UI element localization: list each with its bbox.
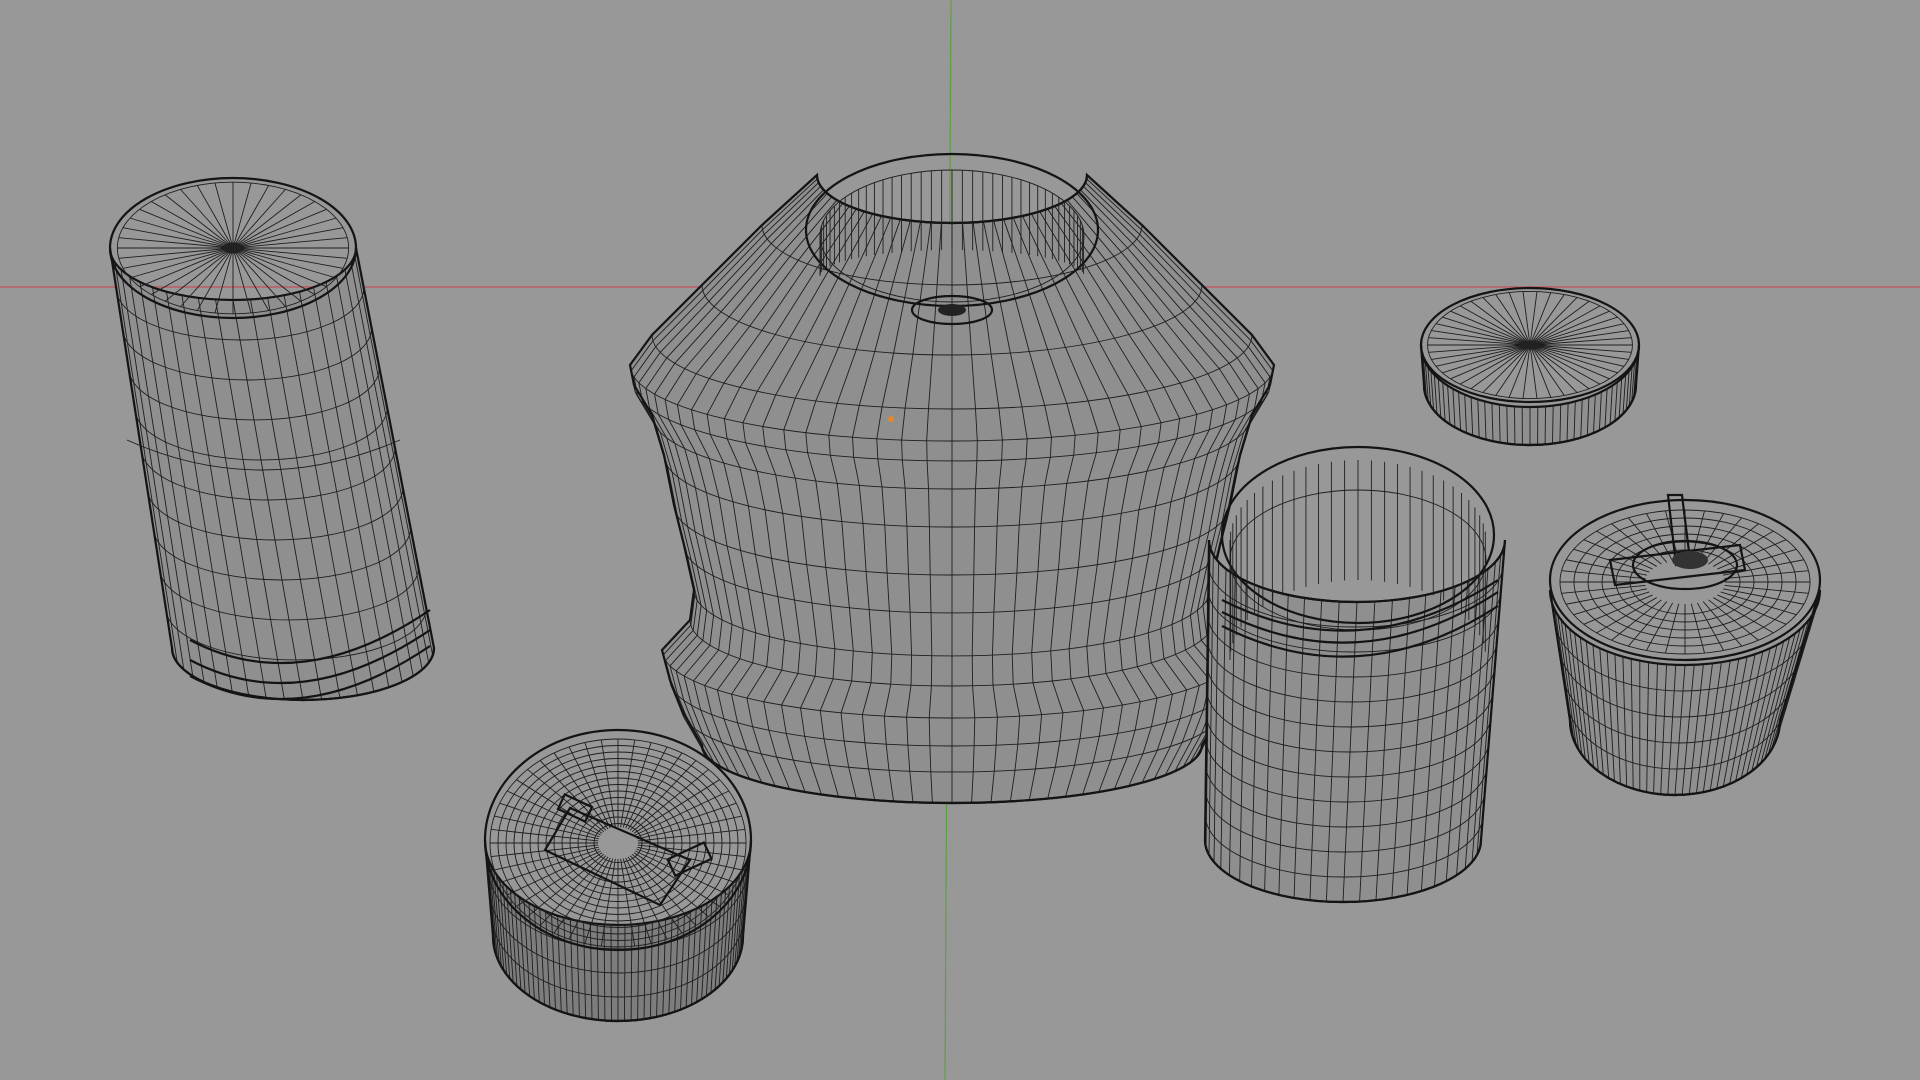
flat-lid[interactable] <box>1419 286 1641 447</box>
blender-jar-tall[interactable] <box>108 176 436 702</box>
blade-cap-assembled[interactable] <box>1548 493 1822 797</box>
small-jar[interactable] <box>1203 445 1507 904</box>
viewport-canvas[interactable] <box>0 0 1920 1080</box>
motor-base[interactable] <box>628 152 1276 805</box>
object-origin-dot[interactable] <box>888 416 894 422</box>
3d-viewport[interactable] <box>0 0 1920 1080</box>
blade-cap[interactable] <box>483 728 753 1023</box>
